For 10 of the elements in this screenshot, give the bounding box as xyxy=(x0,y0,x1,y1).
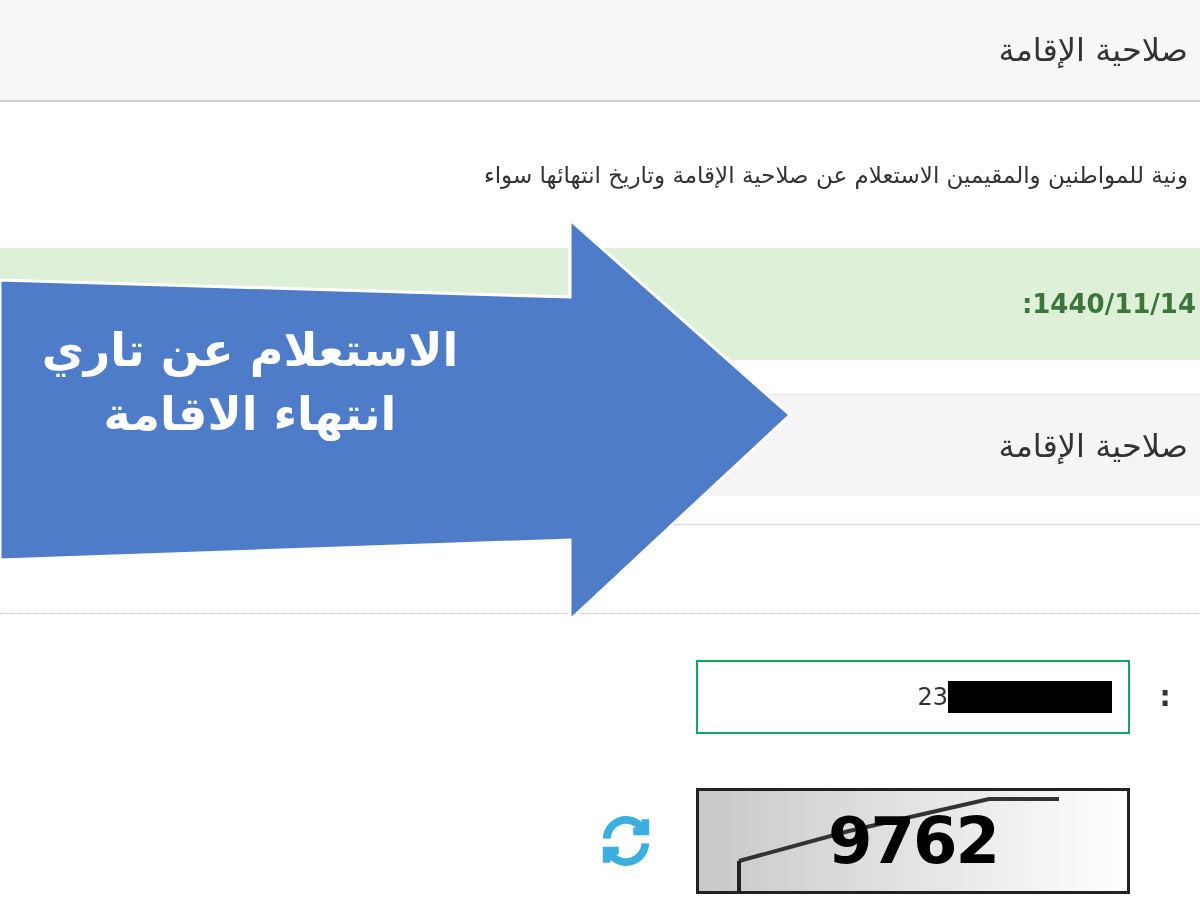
page-title: صلاحية الإقامة xyxy=(998,30,1188,71)
intro-text: ونية للمواطنين والمقيمين الاستعلام عن صلاحية الإقامة وتاريخ انتهائها سواء xyxy=(483,160,1188,191)
input-value: 23 xyxy=(917,682,948,713)
field-label: : xyxy=(1158,679,1172,715)
callout-text: انتهاء الاقامة xyxy=(103,386,397,443)
id-input-field[interactable]: 23 xyxy=(696,660,1130,734)
captcha-code: 9762 xyxy=(827,803,999,880)
alert-text: 1440/11/14: xyxy=(1021,287,1196,321)
callout-text: الاستعلام عن تاري xyxy=(41,322,459,379)
panel-title: صلاحية الإقامة xyxy=(998,425,1188,467)
